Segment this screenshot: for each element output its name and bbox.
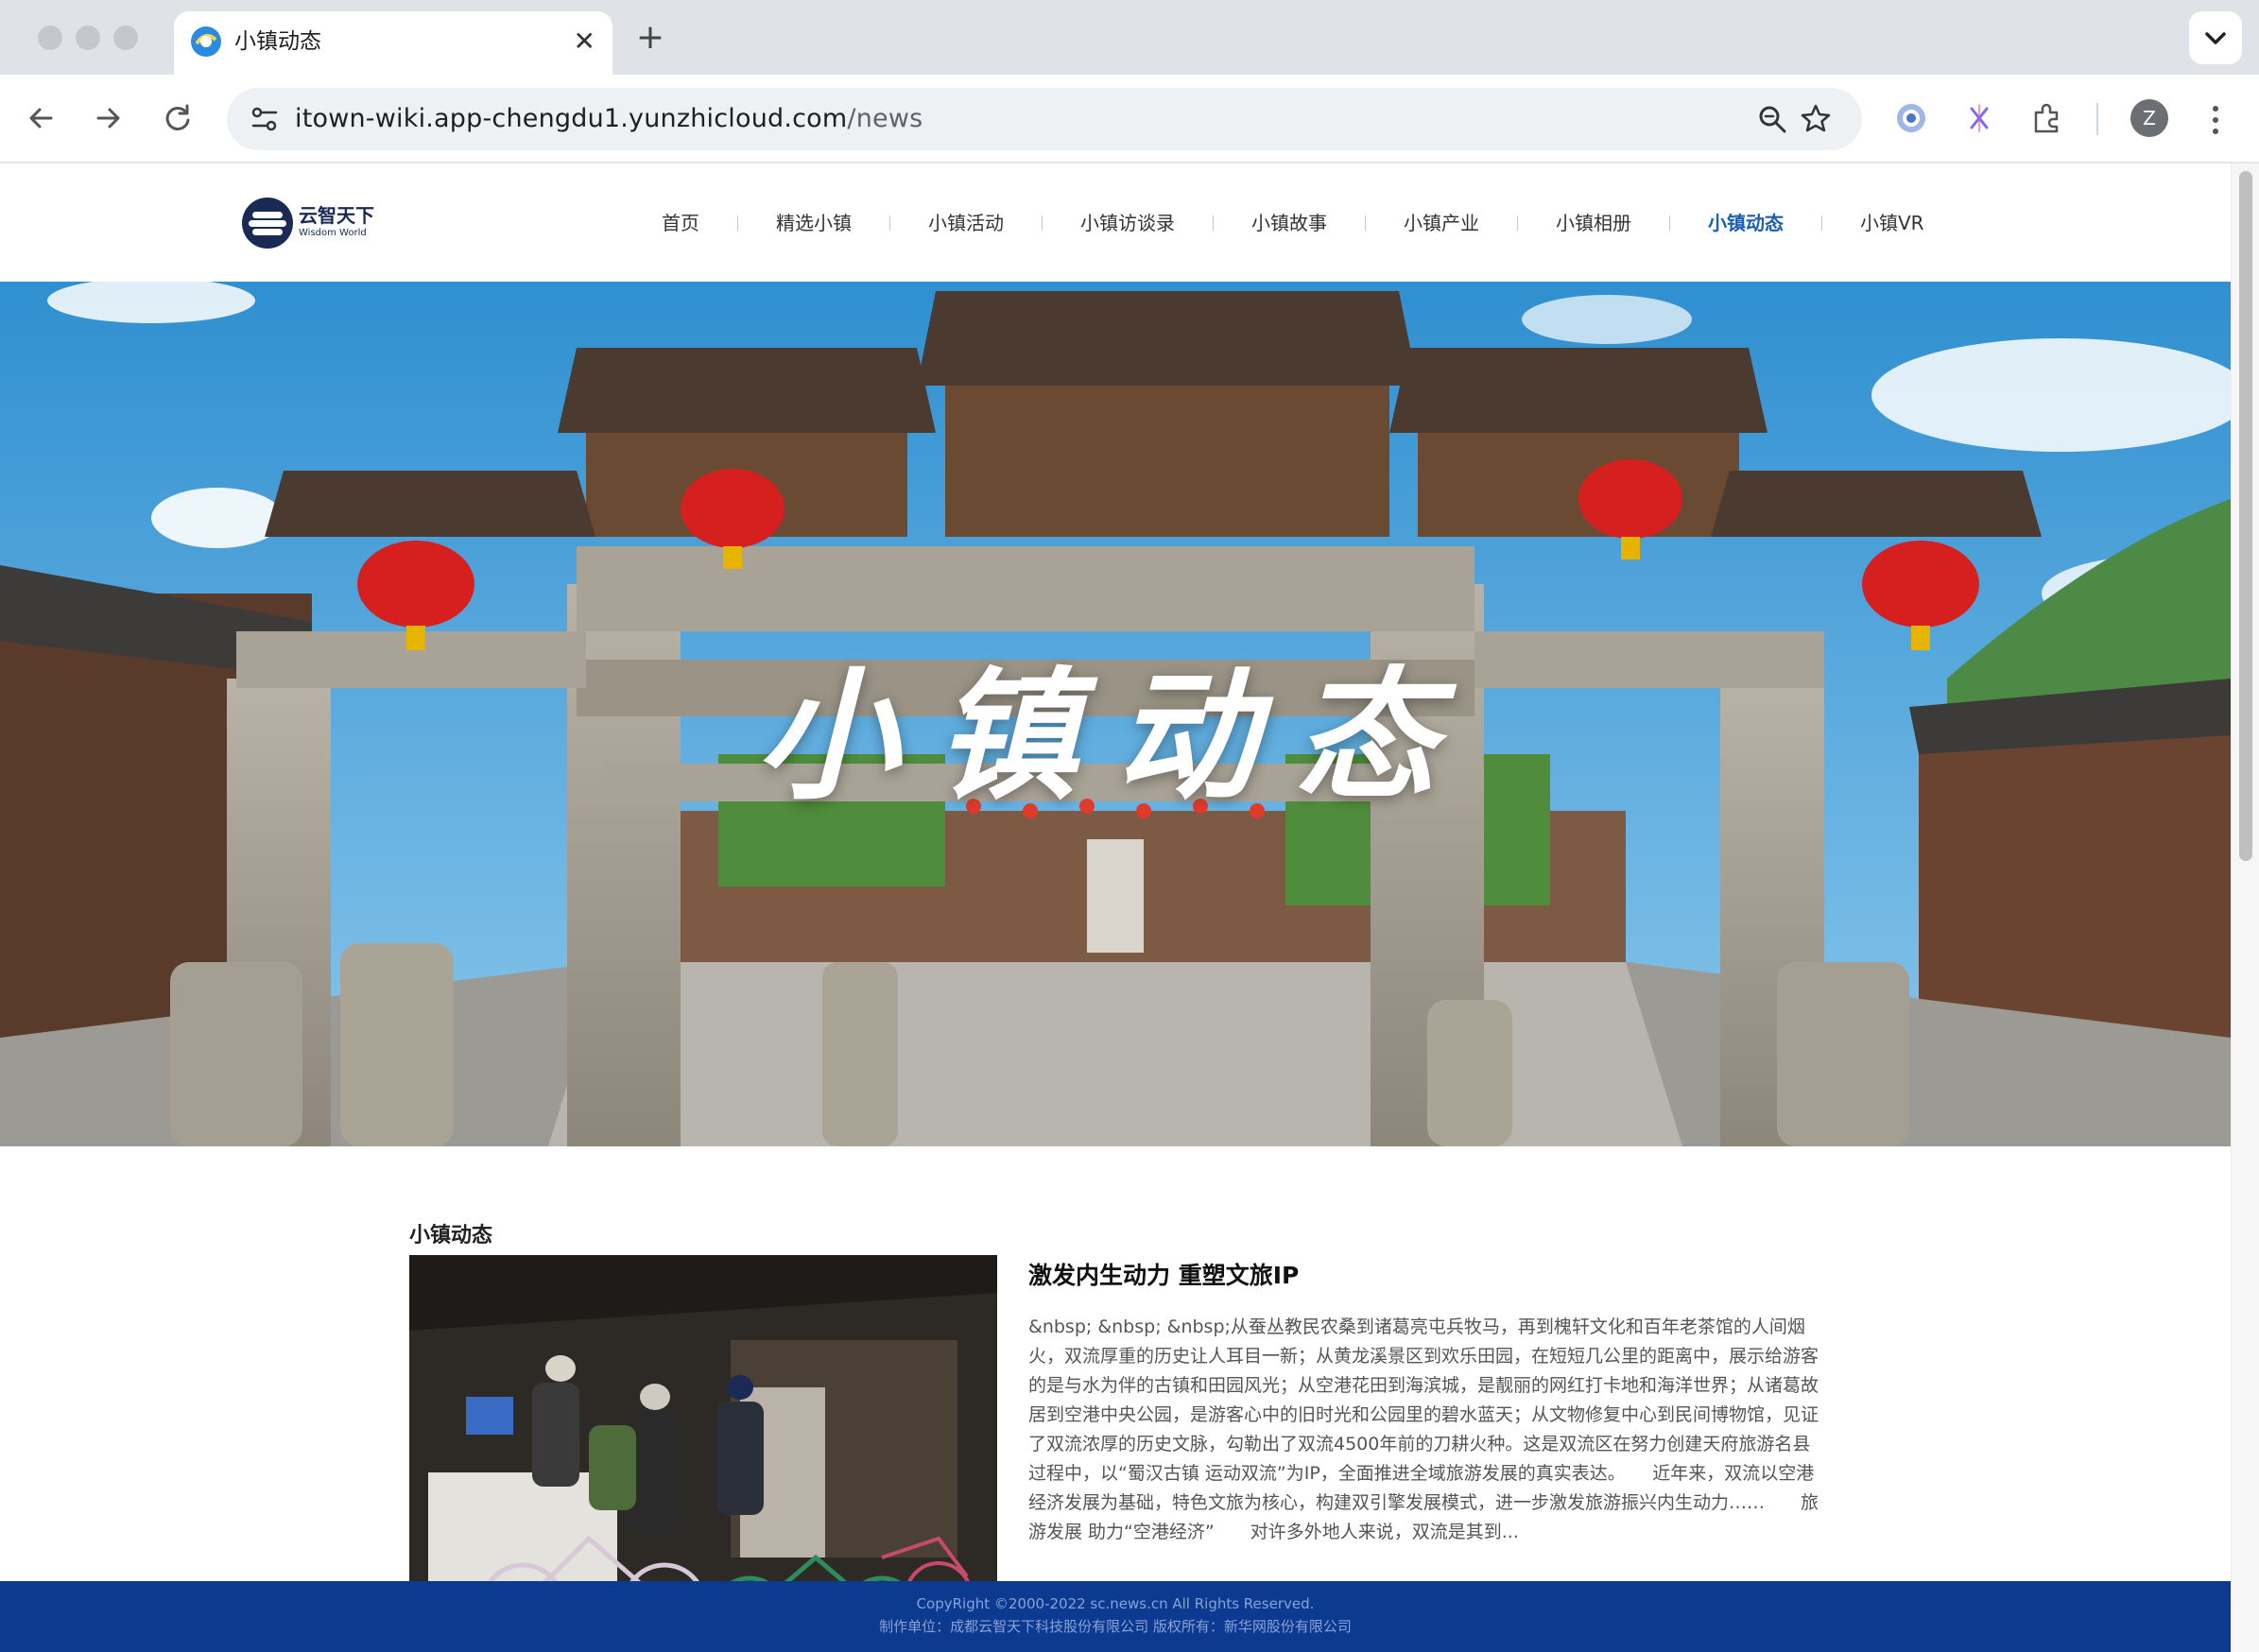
nav-town-activities[interactable]: 小镇活动 — [928, 207, 1004, 239]
nav-separator — [737, 215, 738, 231]
zoom-magnifier-icon[interactable] — [1754, 101, 1790, 137]
tab-close-icon[interactable]: ✕ — [574, 25, 595, 59]
scrollbar-thumb[interactable] — [2239, 171, 2252, 861]
browser-toolbar: itown-wiki.app-chengdu1.yunzhicloud.com/… — [0, 75, 2259, 163]
page-scrollbar[interactable] — [2231, 163, 2259, 1652]
logo-subtitle: Wisdom World — [299, 228, 367, 238]
nav-town-news[interactable]: 小镇动态 — [1708, 207, 1784, 239]
nav-separator — [1517, 215, 1518, 231]
web-page: 云智天下 Wisdom World 首页 精选小镇 小镇活动 小镇访谈录 小镇故… — [0, 163, 2231, 1652]
window-close-control[interactable] — [38, 26, 62, 50]
reload-icon[interactable] — [157, 97, 198, 139]
nav-town-stories[interactable]: 小镇故事 — [1251, 207, 1327, 239]
nav-town-interviews[interactable]: 小镇访谈录 — [1080, 207, 1175, 239]
site-info-tune-icon[interactable] — [246, 100, 284, 138]
url-host: itown-wiki.app-chengdu1.yunzhicloud.com — [295, 104, 848, 133]
address-bar[interactable]: itown-wiki.app-chengdu1.yunzhicloud.com/… — [227, 88, 1862, 150]
nav-separator — [1042, 215, 1043, 231]
window-minimize-control[interactable] — [76, 26, 100, 50]
nav-separator — [889, 215, 890, 231]
browser-tab-active[interactable]: 小镇动态 ✕ — [174, 11, 612, 75]
extension-circle-icon[interactable] — [1890, 97, 1932, 139]
nav-separator — [1821, 215, 1822, 231]
main-nav: 首页 精选小镇 小镇活动 小镇访谈录 小镇故事 小镇产业 小镇相册 小镇动态 小… — [662, 207, 1924, 239]
forward-arrow-icon[interactable] — [87, 97, 129, 139]
new-tab-plus-icon[interactable]: + — [631, 17, 669, 59]
url-text[interactable]: itown-wiki.app-chengdu1.yunzhicloud.com/… — [295, 88, 923, 150]
window-zoom-control[interactable] — [113, 26, 138, 50]
nav-featured-towns[interactable]: 精选小镇 — [776, 207, 852, 239]
bookmark-star-icon[interactable] — [1798, 101, 1834, 137]
back-arrow-icon[interactable] — [21, 97, 62, 139]
tab-title: 小镇动态 — [234, 29, 321, 54]
extension-sparkle-icon[interactable] — [1958, 97, 2000, 139]
extensions-puzzle-icon[interactable] — [2026, 97, 2068, 139]
site-header: 云智天下 Wisdom World 首页 精选小镇 小镇活动 小镇访谈录 小镇故… — [0, 163, 2231, 282]
site-favicon-icon — [191, 26, 221, 57]
cloud-logo-icon — [242, 198, 293, 249]
banner-title: 小镇动态 — [755, 653, 1474, 819]
nav-home[interactable]: 首页 — [662, 207, 699, 239]
logo-name: 云智天下 — [299, 204, 374, 227]
nav-separator — [1365, 215, 1366, 231]
toolbar-separator — [2096, 103, 2098, 135]
nav-town-industry[interactable]: 小镇产业 — [1404, 207, 1479, 239]
chevron-down-icon — [2205, 32, 2226, 44]
url-path: /news — [847, 104, 923, 133]
more-menu-icon[interactable] — [2206, 99, 2225, 141]
nav-separator — [1213, 215, 1214, 231]
profile-avatar[interactable]: Z — [2130, 99, 2168, 137]
news-item-title[interactable]: 激发内生动力 重塑文旅IP — [1028, 1258, 1299, 1294]
tab-search-button[interactable] — [2189, 11, 2242, 64]
nav-town-album[interactable]: 小镇相册 — [1556, 207, 1631, 239]
footer-credits: 制作单位：成都云智天下科技股份有限公司 版权所有：新华网股份有限公司 — [879, 1618, 1352, 1635]
hero-banner: 小镇动态 — [0, 282, 2231, 1146]
browser-tab-strip: 小镇动态 ✕ + — [0, 0, 2259, 75]
nav-town-vr[interactable]: 小镇VR — [1860, 207, 1924, 239]
site-logo[interactable]: 云智天下 Wisdom World — [240, 196, 382, 252]
nav-separator — [1669, 215, 1670, 231]
news-item-summary: &nbsp; &nbsp; &nbsp;从蚕丛教民农桑到诸葛亮屯兵牧马，再到槐轩… — [1028, 1316, 1819, 1542]
site-footer: CopyRight ©2000-2022 sc.news.cn All Righ… — [0, 1581, 2231, 1652]
news-section-title: 小镇动态 — [409, 1224, 493, 1248]
footer-copyright: CopyRight ©2000-2022 sc.news.cn All Righ… — [916, 1595, 1315, 1612]
